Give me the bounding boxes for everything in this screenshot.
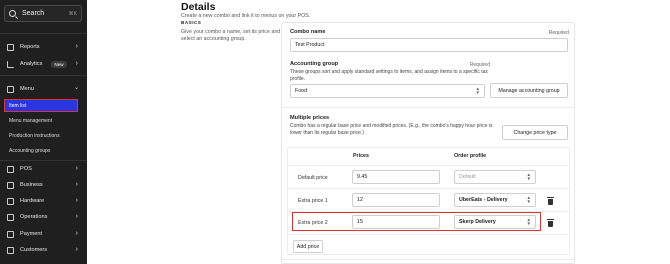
sidebar-item-reports[interactable]: Reports › [0,40,87,54]
change-price-type-button[interactable]: Change price type [502,125,568,140]
chevron-right-icon: › [75,213,78,220]
operations-icon [7,213,14,221]
sidebar-item-label: Business [20,182,43,188]
chevron-right-icon: › [75,197,78,204]
row-divider [288,165,569,166]
sidebar-item-label: Operations [20,214,48,220]
chevron-right-icon: › [75,60,78,67]
pos-icon [7,165,14,173]
order-profile-header: Order profile [454,153,487,159]
accounting-group-value: Food [295,88,308,94]
prices-header: Prices [353,153,369,159]
divider [0,75,87,76]
extra-price-1-profile-select[interactable]: UberEats - Delivery ▲ ▼ [454,193,536,207]
manage-accounting-group-button[interactable]: Manage accounting group [490,83,568,98]
search-box[interactable]: Search ⌘K [4,5,82,22]
sidebar-item-label: Analytics [20,61,43,67]
sidebar-item-payment[interactable]: Payment › [0,227,87,241]
section-label: BASICS [181,20,202,25]
multiple-prices-label: Multiple prices [290,115,330,121]
hardware-icon [7,197,14,205]
combo-name-required: Required [548,30,569,36]
multiple-prices-help: Combo has a regular base price and modif… [290,123,493,136]
add-price-button[interactable]: Add price [293,240,323,253]
sidebar-item-label: Customers [20,247,48,253]
search-shortcut: ⌘K [68,10,77,17]
sidebar-item-label: Reports [20,44,40,50]
sidebar-item-label: Hardware [20,198,45,204]
reports-icon [7,43,14,51]
default-profile-select: Default ▲ ▼ [454,170,536,184]
sidebar-subitem-label: Item list [9,102,27,109]
section-description: Give your combo a name, set its price an… [181,29,281,43]
sidebar-subitem-accounting-groups[interactable]: Accounting groups [9,148,50,154]
combo-name-input[interactable]: Test Product [290,38,568,52]
extra-price-1-input[interactable]: 12 [352,193,440,207]
accounting-group-required: Required [469,62,490,68]
page-description: Create a new combo and link it to menus … [181,13,311,19]
row-divider [288,234,569,235]
highlight-box [292,212,541,231]
accounting-group-help: These groups sort and apply standard set… [290,69,488,82]
sidebar-item-pos[interactable]: POS › [0,162,87,176]
select-arrows-icon: ▲ ▼ [526,194,531,204]
chevron-down-icon: ⌄ [73,85,79,91]
sidebar-item-hardware[interactable]: Hardware › [0,194,87,208]
default-price-input[interactable]: 9.45 [352,170,440,184]
price-table: Prices Order profile Default price 9.45 … [287,147,570,255]
chevron-right-icon: › [75,165,78,172]
sidebar-item-label: POS [20,166,32,172]
customers-icon [7,246,14,254]
search-icon [9,10,16,17]
chevron-right-icon: › [75,230,78,237]
price-row-label: Extra price 1 [298,198,328,204]
profile-value: Default [459,174,476,180]
sidebar-item-label: Payment [20,231,43,237]
accounting-group-select[interactable]: Food ▲ ▼ [290,84,485,98]
business-icon [7,181,14,189]
sidebar-subitem-production-instructions[interactable]: Production instructions [9,133,60,139]
payment-icon [7,230,14,238]
profile-value: UberEats - Delivery [459,197,508,203]
sidebar-item-business[interactable]: Business › [0,178,87,192]
analytics-icon [7,60,14,68]
sidebar: Search ⌘K Reports › Analytics New › Menu… [0,0,87,264]
select-arrows-icon: ▲ ▼ [475,85,480,95]
delete-icon[interactable] [547,219,554,227]
divider [282,107,574,108]
search-label: Search [22,10,45,17]
sidebar-subitem-item-list[interactable]: Item list [4,99,78,112]
combo-name-label: Combo name [290,29,326,35]
chevron-right-icon: › [75,43,78,50]
sidebar-item-operations[interactable]: Operations › [0,210,87,224]
delete-icon[interactable] [547,197,554,205]
row-divider [288,188,569,189]
divider [282,259,574,260]
chevron-right-icon: › [75,181,78,188]
sidebar-item-menu[interactable]: Menu ⌄ [0,82,87,96]
chevron-right-icon: › [75,246,78,253]
select-arrows-icon: ▲ ▼ [526,171,531,181]
price-row-label: Default price [298,175,328,181]
divider [0,160,87,161]
menu-icon [7,85,14,93]
new-badge: New [51,60,67,68]
accounting-group-label: Accounting group [290,61,339,67]
sidebar-item-label: Menu [20,86,34,92]
sidebar-item-customers[interactable]: Customers › [0,243,87,257]
sidebar-item-analytics[interactable]: Analytics New › [0,57,87,71]
sidebar-subitem-menu-management[interactable]: Menu management [9,118,52,124]
divider [0,33,87,34]
page-title: Details [181,1,216,13]
